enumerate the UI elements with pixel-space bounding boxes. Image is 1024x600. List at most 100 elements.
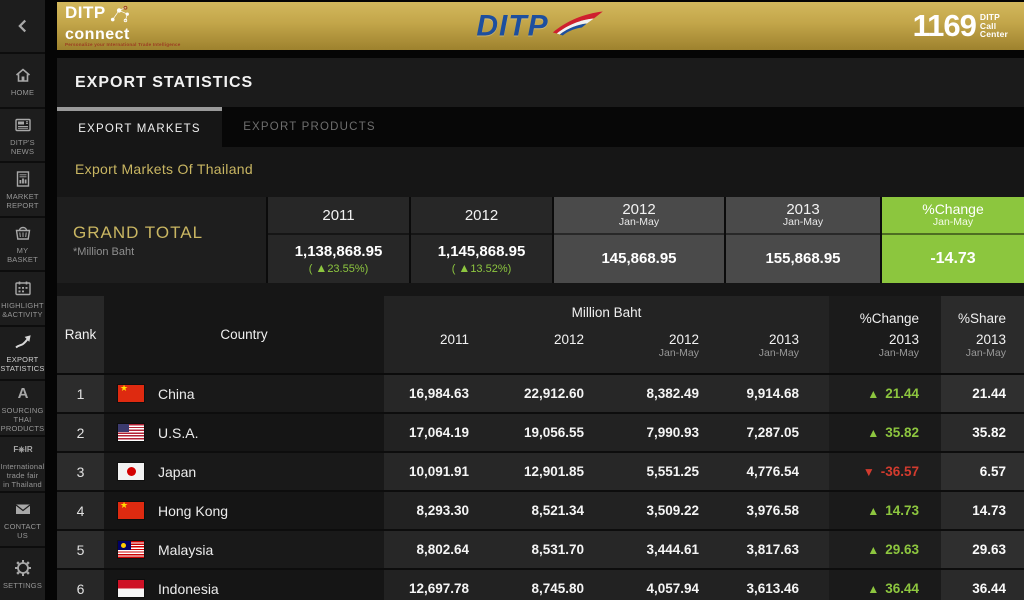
value-2012-janmay: 4,057.94	[646, 581, 699, 596]
value-2012-janmay: 8,382.49	[646, 386, 699, 401]
header-group-label: Million Baht	[571, 305, 642, 320]
sidebar-item-settings[interactable]: SETTINGS	[0, 548, 45, 600]
ditp-center-logo: DITP	[476, 9, 604, 44]
trend-up-icon	[12, 332, 34, 352]
grand-total-col-2013-janmay: 2013 Jan-May 155,868.95	[726, 197, 882, 283]
mail-icon	[13, 499, 33, 519]
flag-indonesia-icon	[118, 580, 144, 597]
flag-japan-icon	[118, 463, 144, 480]
pct-change-cell: ▲ 14.73	[829, 492, 941, 529]
sidebar-item-highlight-activity[interactable]: HIGHLIGHT &ACTIVITY	[0, 272, 45, 327]
sidebar-item-label: SOURCING THAI PRODUCTS	[0, 406, 45, 434]
logo-text-ditp: DITP	[65, 2, 106, 22]
grand-total-2013-janmay-value: 155,868.95	[765, 250, 841, 267]
value-2013-janmay: 3,976.58	[746, 503, 799, 518]
home-icon	[13, 65, 33, 85]
col-subheader-janmay: Jan-May	[932, 216, 974, 228]
value-2012: 19,056.55	[523, 425, 584, 440]
up-arrow-icon: ▲	[458, 260, 471, 275]
sidebar-item-sourcing-thai-products[interactable]: A SOURCING THAI PRODUCTS	[0, 381, 45, 438]
pct-change-value: 21.44	[885, 386, 919, 401]
sidebar-item-my-basket[interactable]: MY BASKET	[0, 218, 45, 273]
table-row[interactable]: 4 Hong Kong 8,293.30 8,521.34 3,509.22 3…	[57, 492, 1024, 531]
sidebar-item-back[interactable]	[0, 0, 45, 55]
grand-total-2012-value: 1,145,868.95	[437, 242, 526, 260]
call-center-label: DITP Call Center	[979, 12, 1008, 40]
tab-strip: EXPORT MARKETS EXPORT PRODUCTS	[57, 107, 1024, 147]
grand-total-2011-value: 1,138,868.95	[294, 242, 383, 260]
header-col-2012: 2012	[553, 332, 584, 347]
value-2012: 8,521.34	[531, 503, 584, 518]
value-2012-janmay: 3,509.22	[646, 503, 699, 518]
sidebar-item-label: CONTACT US	[3, 521, 42, 540]
up-arrow-icon: ▲	[315, 260, 328, 275]
pct-change-value: -36.57	[880, 464, 919, 479]
export-markets-table: Rank Country Million Baht 2011 2012 2012	[57, 296, 1024, 600]
country-name: Indonesia	[158, 580, 219, 597]
table-row[interactable]: 3 Japan 10,091.91 12,901.85 5,551.25 4,7…	[57, 453, 1024, 492]
logo-text-connect: connect	[65, 25, 130, 43]
rank-cell: 6	[57, 570, 104, 600]
pct-share-cell: 35.82	[941, 414, 1024, 451]
col-header-2013-janmay: 2013	[786, 201, 820, 218]
country-name: U.S.A.	[158, 424, 199, 441]
sidebar-item-export-statistics[interactable]: EXPORT STATISTICS	[0, 327, 45, 382]
header-pct-share: %Share 2013 Jan-May	[941, 296, 1024, 373]
sidebar-item-contact-us[interactable]: CONTACT US	[0, 493, 45, 548]
sidebar-item-ditps-news[interactable]: DITP'S NEWS	[0, 109, 45, 164]
rank-cell: 5	[57, 531, 104, 568]
sidebar-item-market-report[interactable]: MARKET REPORT	[0, 163, 45, 218]
gear-icon	[13, 558, 33, 578]
value-2013-janmay: 3,613.46	[746, 581, 799, 596]
page-title: EXPORT STATISTICS	[75, 73, 254, 91]
top-header: DITP connect Personalize your Internatio…	[57, 2, 1024, 50]
down-arrow-icon: ▼	[862, 464, 875, 479]
value-2011: 12,697.78	[408, 581, 469, 596]
sidebar-item-label: International trade fair in Thailand	[0, 462, 45, 490]
ditp-connect-logo[interactable]: DITP connect Personalize your Internatio…	[57, 2, 181, 48]
sidebar-item-label: SETTINGS	[2, 580, 43, 590]
pct-change-value: 36.44	[885, 581, 919, 596]
value-2013-janmay: 9,914.68	[746, 386, 799, 401]
svg-text:A: A	[17, 385, 28, 402]
country-name: China	[158, 385, 195, 402]
header-pct-change: %Change 2013 Jan-May	[829, 296, 941, 373]
country-cell: Malaysia	[104, 531, 384, 568]
market-report-icon	[13, 169, 33, 189]
sidebar-item-label: MARKET REPORT	[6, 192, 39, 211]
grand-total-pct-change-value: -14.73	[930, 250, 976, 267]
thai-flag-swoosh-icon	[549, 9, 605, 44]
pct-share-cell: 14.73	[941, 492, 1024, 529]
country-cell: U.S.A.	[104, 414, 384, 451]
grand-total-col-2011: 2011 1,138,868.95 ( ▲23.55%)	[268, 197, 411, 283]
tab-export-markets[interactable]: EXPORT MARKETS	[57, 107, 222, 147]
grand-total-label-cell: GRAND TOTAL *Million Baht	[57, 197, 268, 283]
sourcing-icon: A	[13, 383, 33, 403]
grand-total-note: *Million Baht	[73, 245, 135, 258]
table-row[interactable]: 1 China 16,984.63 22,912.60 8,382.49 9,9…	[57, 375, 1024, 414]
pct-change-value: 29.63	[885, 542, 919, 557]
value-2011: 8,293.30	[416, 503, 469, 518]
sidebar: HOME DITP'S NEWS MARKET REPORT MY BASKET…	[0, 0, 45, 600]
value-2011: 16,984.63	[408, 386, 469, 401]
table-row[interactable]: 5 Malaysia 8,802.64 8,531.70 3,444.61 3,…	[57, 531, 1024, 570]
value-2013-janmay: 4,776.54	[746, 464, 799, 479]
table-row[interactable]: 6 Indonesia 12,697.78 8,745.80 4,057.94 …	[57, 570, 1024, 600]
page-title-bar: EXPORT STATISTICS	[57, 58, 1024, 107]
up-arrow-icon: ▲	[867, 425, 880, 440]
header-col-2013-janmay: 2013 Jan-May	[758, 332, 799, 359]
flag-u-s-a-icon	[118, 424, 144, 441]
tab-export-products[interactable]: EXPORT PRODUCTS	[222, 107, 397, 147]
grand-total-col-2012: 2012 1,145,868.95 ( ▲13.52%)	[411, 197, 554, 283]
sidebar-item-trade-fair[interactable]: F⎈IR International trade fair in Thailan…	[0, 437, 45, 494]
country-cell: China	[104, 375, 384, 412]
svg-text:F⎈IR: F⎈IR	[13, 445, 33, 454]
table-row[interactable]: 2 U.S.A. 17,064.19 19,056.55 7,990.93 7,…	[57, 414, 1024, 453]
flag-malaysia-icon	[118, 541, 144, 558]
pct-change-cell: ▲ 29.63	[829, 531, 941, 568]
value-2013-janmay: 3,817.63	[746, 542, 799, 557]
value-2011: 10,091.91	[408, 464, 469, 479]
country-cell: Indonesia	[104, 570, 384, 600]
pct-share-cell: 6.57	[941, 453, 1024, 490]
sidebar-item-home[interactable]: HOME	[0, 54, 45, 109]
